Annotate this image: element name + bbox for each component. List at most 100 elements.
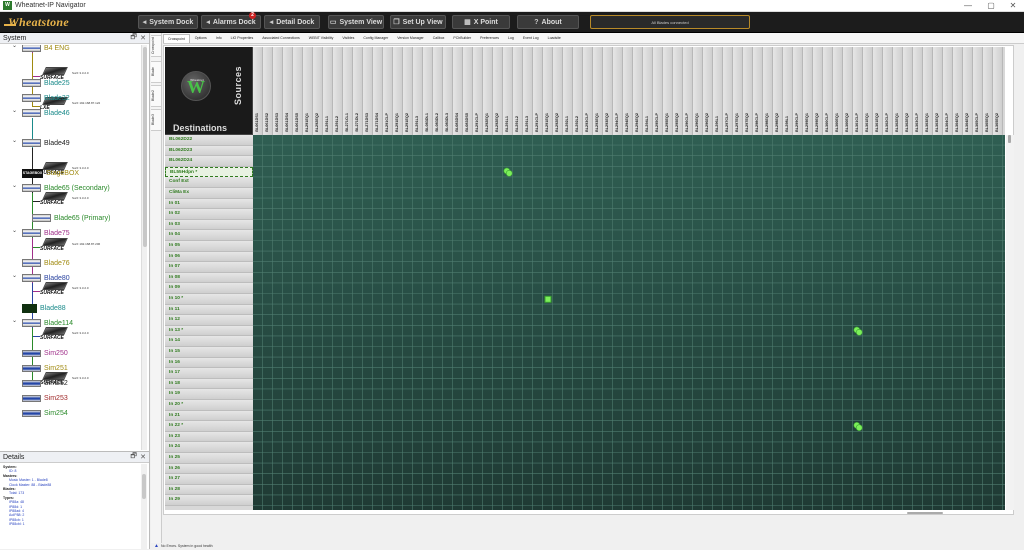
destination-row-header[interactable]: In 07 — [165, 262, 253, 273]
details-scrollbar[interactable] — [141, 464, 147, 550]
source-column-header[interactable]: BL297EQ1 — [733, 47, 743, 135]
tab-pchbuilder[interactable]: PChBuilder — [449, 34, 475, 43]
source-column-header[interactable]: BL083DL3 — [443, 47, 453, 135]
source-column-header[interactable]: BL293EQ2 — [603, 47, 613, 135]
source-column-header[interactable]: BL302EQ2 — [903, 47, 913, 135]
destination-row-header[interactable]: In 02 — [165, 209, 253, 220]
source-column-header[interactable]: BL291CLP — [473, 47, 483, 135]
destination-row-header[interactable]: In 01 — [165, 198, 253, 210]
source-column-header[interactable]: BL296EQ1 — [693, 47, 703, 135]
tab-event-log[interactable]: Event Log — [519, 34, 543, 43]
tree-node-blade88[interactable]: Blade88 — [22, 301, 66, 315]
source-column-header[interactable]: BL061DS3 — [273, 47, 283, 135]
destination-row-header[interactable]: In 19 — [165, 389, 253, 400]
crosspoint-grid-svg[interactable] — [253, 135, 1005, 510]
tree-node-blade75[interactable]: Blade75 — [22, 226, 70, 240]
alarms-dock-button[interactable]: ◂ Alarms Dock 2 — [201, 12, 261, 29]
destination-row-header[interactable]: In 29 — [165, 495, 253, 506]
source-column-header[interactable]: BL293CLP — [583, 47, 593, 135]
source-column-header[interactable]: BL304EQ1 — [953, 47, 963, 135]
destination-row-header[interactable]: In 16 — [165, 357, 253, 369]
destination-row-header[interactable]: BL062D24 — [165, 156, 253, 167]
source-column-header[interactable]: BL301EQ1 — [863, 47, 873, 135]
source-column-header[interactable]: BL295EQ2 — [673, 47, 683, 135]
source-column-header[interactable]: BL291EQ1 — [543, 47, 553, 135]
tree-node-sim254[interactable]: Sim254 — [22, 406, 68, 420]
destination-row-header[interactable]: In 04 — [165, 230, 253, 241]
source-column-header[interactable]: BL295EQ1 — [663, 47, 673, 135]
crosspoint-connection[interactable] — [544, 295, 552, 303]
tree-node-sim253[interactable]: Sim253 — [22, 391, 68, 405]
source-column-header[interactable]: BL299CLP — [793, 47, 803, 135]
destination-row-header[interactable]: In 12 — [165, 315, 253, 326]
source-column-header[interactable]: BL083DL1 — [423, 47, 433, 135]
source-column-header[interactable]: BL292EQ2 — [493, 47, 503, 135]
source-column-header[interactable]: BL298EQ1 — [763, 47, 773, 135]
close-button[interactable]: ✕ — [1002, 0, 1024, 12]
source-column-header[interactable]: BL291EQ1 — [393, 47, 403, 135]
scrollbar-thumb[interactable] — [1008, 135, 1011, 143]
chevron-down-icon[interactable]: ⌄ — [12, 137, 17, 144]
source-column-header[interactable]: BL292EQ2 — [313, 47, 323, 135]
status-arrow-icon[interactable]: ▲ — [154, 543, 159, 549]
source-column-header[interactable]: BL271DS4 — [373, 47, 383, 135]
source-column-header[interactable]: BL294EQ2 — [633, 47, 643, 135]
close-panel-icon[interactable]: ✕ — [140, 34, 146, 42]
source-column-header[interactable]: BL061DS2 — [263, 47, 273, 135]
tree-node-blade25[interactable]: Blade25 — [22, 76, 70, 90]
tab-lio-properties[interactable]: LIO Properties — [227, 34, 258, 43]
tree-node-blade80[interactable]: Blade80 — [22, 271, 70, 285]
about-button[interactable]: ? About — [517, 15, 579, 29]
source-column-header[interactable]: BL271DL2 — [353, 47, 363, 135]
source-column-header[interactable]: BL061DS1 — [253, 47, 263, 135]
destination-row-header[interactable]: In 15 — [165, 347, 253, 358]
destination-row-header[interactable]: In 14 — [165, 336, 253, 347]
system-view-button[interactable]: ▭ System View — [328, 15, 384, 29]
source-column-header[interactable]: BL301CLP — [853, 47, 863, 135]
source-column-header[interactable]: BL300EQ1 — [833, 47, 843, 135]
source-column-header[interactable]: BL083DL2 — [433, 47, 443, 135]
source-column-header[interactable]: BL296CLP — [683, 47, 693, 135]
source-column-header[interactable]: BL291EQ1 — [303, 47, 313, 135]
source-column-header[interactable]: BL300CLP — [823, 47, 833, 135]
close-panel-icon[interactable]: ✕ — [140, 453, 146, 461]
tree-node-blade49[interactable]: Blade49 — [22, 136, 70, 150]
source-column-header[interactable]: BL305CLP — [973, 47, 983, 135]
source-column-header[interactable]: BL294EQ1 — [623, 47, 633, 135]
destination-row-header[interactable]: In 03 — [165, 219, 253, 231]
source-column-header[interactable]: BL296EQ2 — [703, 47, 713, 135]
source-column-header[interactable]: BL061DS4 — [283, 47, 293, 135]
tab-preferences[interactable]: Preferences — [476, 34, 503, 43]
source-column-header[interactable]: BL293EQ1 — [593, 47, 603, 135]
tree-node-stagebox[interactable]: STAGEBOX StageBOX — [22, 166, 79, 180]
source-column-header[interactable]: BL295CLP — [653, 47, 663, 135]
tab-associated-connections[interactable]: Associated Connections — [258, 34, 304, 43]
tree-node-blade114[interactable]: Blade114 — [22, 316, 73, 330]
destination-row-header[interactable]: BL55Hdpn * — [165, 166, 253, 178]
source-column-header[interactable]: BL301EQ2 — [873, 47, 883, 135]
crosspoint-connection[interactable] — [505, 169, 513, 177]
source-column-header[interactable]: BL083DS4 — [453, 47, 463, 135]
source-column-header[interactable]: BL305EQ1 — [983, 47, 993, 135]
chevron-down-icon[interactable]: ⌄ — [12, 272, 17, 279]
tab-webit-visibility[interactable]: WEBIT Visibility — [305, 34, 338, 43]
crosspoint-connection[interactable] — [855, 329, 863, 336]
tree-node-blade32[interactable]: Blade32 — [22, 91, 70, 105]
chevron-down-icon[interactable]: ⌄ — [12, 182, 17, 189]
source-column-header[interactable]: BL291L2 — [513, 47, 523, 135]
source-column-header[interactable]: BL303EQ1 — [923, 47, 933, 135]
tree-node-blade65-primary-[interactable]: Blade65 (Primary) — [32, 211, 110, 225]
source-column-header[interactable]: BL292L1 — [563, 47, 573, 135]
tree-node-sim251[interactable]: Sim251 — [22, 361, 68, 375]
tab-options[interactable]: Options — [191, 34, 211, 43]
vertical-tab-blade2[interactable]: Blade2 — [151, 85, 161, 107]
chevron-down-icon[interactable]: ⌄ — [12, 107, 17, 114]
chevron-down-icon[interactable]: ⌄ — [12, 227, 17, 234]
destination-row-header[interactable]: In 26 — [165, 463, 253, 475]
tab-config-manager[interactable]: Config Manager — [359, 34, 392, 43]
float-panel-icon[interactable]: 🗗 — [130, 452, 137, 463]
destination-row-header[interactable]: In 11 — [165, 304, 253, 316]
destination-row-header[interactable]: In 24 — [165, 442, 253, 453]
crosspoint-connection[interactable] — [855, 424, 863, 432]
source-column-header[interactable]: BL061DS5 — [293, 47, 303, 135]
